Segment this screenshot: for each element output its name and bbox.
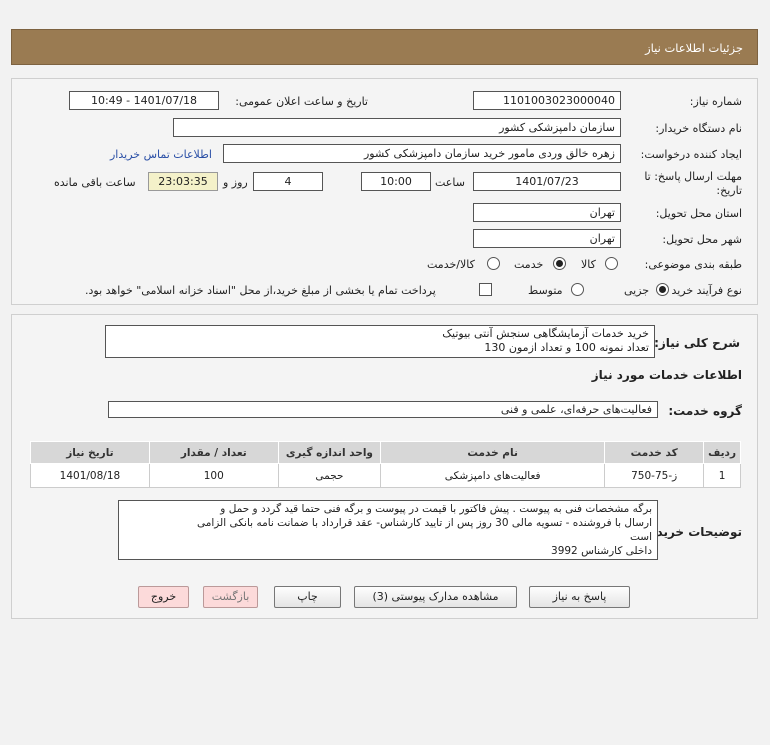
exit-button[interactable]: خروج bbox=[138, 586, 189, 608]
summary-line-1: خرید خدمات آزمایشگاهی سنجش آنتی بیوتیک bbox=[442, 327, 649, 340]
summary-line-2: تعداد نمونه 100 و تعداد ازمون 130 bbox=[484, 341, 649, 354]
buyer-org-field: سازمان دامپزشکی کشور bbox=[173, 118, 621, 137]
col-row: ردیف bbox=[703, 441, 741, 464]
process-radio-minor[interactable] bbox=[656, 283, 669, 296]
table-row: 1 ز-75-750 فعالیت‌های دامپزشکی حجمی 100 … bbox=[30, 463, 741, 488]
col-unit: واحد اندازه گیری bbox=[277, 441, 382, 464]
deadline-time-label: ساعت bbox=[435, 176, 465, 189]
cell-service-code: ز-75-750 bbox=[604, 463, 705, 488]
days-remaining-field: 4 bbox=[253, 172, 323, 191]
category-option-goods-service: کالا/خدمت bbox=[427, 258, 475, 271]
remaining-time-field: 23:03:35 bbox=[148, 172, 218, 191]
buyer-notes-line-3: است bbox=[629, 531, 652, 543]
buyer-notes-line-2: ارسال با فروشنده - تسویه مالی 30 روز پس … bbox=[196, 517, 652, 529]
cell-unit: حجمی bbox=[277, 463, 382, 488]
deadline-label: مهلت ارسال پاسخ: تا bbox=[644, 170, 742, 183]
remaining-time-label: ساعت باقی مانده bbox=[54, 176, 136, 189]
cell-service-name: فعالیت‌های دامپزشکی bbox=[380, 463, 606, 488]
summary-textbox: خرید خدمات آزمایشگاهی سنجش آنتی بیوتیک ت… bbox=[105, 325, 655, 358]
category-radio-service[interactable] bbox=[553, 257, 566, 270]
province-field: تهران bbox=[473, 203, 621, 222]
creator-label: ایجاد کننده درخواست: bbox=[640, 148, 742, 161]
days-label: روز و bbox=[223, 176, 248, 189]
cell-row: 1 bbox=[703, 463, 741, 488]
deadline-date-field: 1401/07/23 bbox=[473, 172, 621, 191]
announce-datetime-field: 1401/07/18 - 10:49 bbox=[69, 91, 219, 110]
cell-need-date: 1401/08/18 bbox=[30, 463, 150, 488]
process-option-medium: متوسط bbox=[528, 284, 563, 297]
col-service-code: کد خدمت bbox=[604, 441, 705, 464]
province-label: استان محل تحویل: bbox=[655, 207, 742, 220]
cell-quantity: 100 bbox=[148, 463, 279, 488]
service-group-field: فعالیت‌های حرفه‌ای، علمی و فنی bbox=[108, 401, 658, 418]
services-section-title: اطلاعات خدمات مورد نیاز bbox=[591, 368, 742, 382]
contact-buyer-link[interactable]: اطلاعات تماس خریدار bbox=[110, 148, 212, 161]
process-option-minor: جزیی bbox=[624, 284, 650, 297]
deadline-date-label: تاریخ: bbox=[716, 184, 742, 197]
announce-datetime-label: تاریخ و ساعت اعلان عمومی: bbox=[235, 95, 368, 108]
buyer-org-label: نام دستگاه خریدار: bbox=[655, 122, 742, 135]
category-radio-goods-service[interactable] bbox=[487, 257, 500, 270]
print-button[interactable]: چاپ bbox=[274, 586, 341, 608]
page-title: جزئیات اطلاعات نیاز bbox=[11, 29, 758, 65]
col-quantity: تعداد / مقدار bbox=[148, 441, 279, 464]
treasury-payment-checkbox[interactable] bbox=[479, 283, 492, 296]
buyer-notes-line-4: داخلی کارشناس 3992 bbox=[551, 545, 652, 557]
col-service-name: نام خدمت bbox=[380, 441, 606, 464]
category-radio-goods[interactable] bbox=[605, 257, 618, 270]
view-attachments-button[interactable]: مشاهده مدارک پیوستی (3) bbox=[354, 586, 517, 608]
category-option-service: خدمت bbox=[514, 258, 544, 271]
col-need-date: تاریخ نیاز bbox=[30, 441, 150, 464]
summary-label: شرح کلی نیاز: bbox=[654, 336, 740, 350]
buyer-notes-textbox: برگه مشخصات فنی به پیوست . پیش فاکتور با… bbox=[118, 500, 658, 560]
need-number-field: 1101003023000040 bbox=[473, 91, 621, 110]
city-label: شهر محل تحویل: bbox=[662, 233, 742, 246]
process-type-label: نوع فرآیند خرید : bbox=[664, 284, 742, 297]
buyer-notes-line-1: برگه مشخصات فنی به پیوست . پیش فاکتور با… bbox=[220, 503, 652, 515]
deadline-time-field: 10:00 bbox=[361, 172, 431, 191]
need-number-label: شماره نیاز: bbox=[689, 95, 742, 108]
category-option-goods: کالا bbox=[581, 258, 596, 271]
services-table-header: ردیف کد خدمت نام خدمت واحد اندازه گیری ت… bbox=[30, 441, 741, 464]
city-field: تهران bbox=[473, 229, 621, 248]
category-label: طبقه بندی موضوعی: bbox=[644, 258, 742, 271]
back-button[interactable]: بازگشت bbox=[203, 586, 258, 608]
services-table: ردیف کد خدمت نام خدمت واحد اندازه گیری ت… bbox=[30, 441, 741, 488]
creator-field: زهره خالق وردی مامور خرید سازمان دامپزشک… bbox=[223, 144, 621, 163]
service-group-label: گروه خدمت: bbox=[668, 404, 742, 418]
treasury-payment-text: پرداخت تمام یا بخشی از مبلغ خرید،از محل … bbox=[85, 284, 436, 297]
reply-button[interactable]: پاسخ به نیاز bbox=[529, 586, 630, 608]
process-radio-medium[interactable] bbox=[571, 283, 584, 296]
